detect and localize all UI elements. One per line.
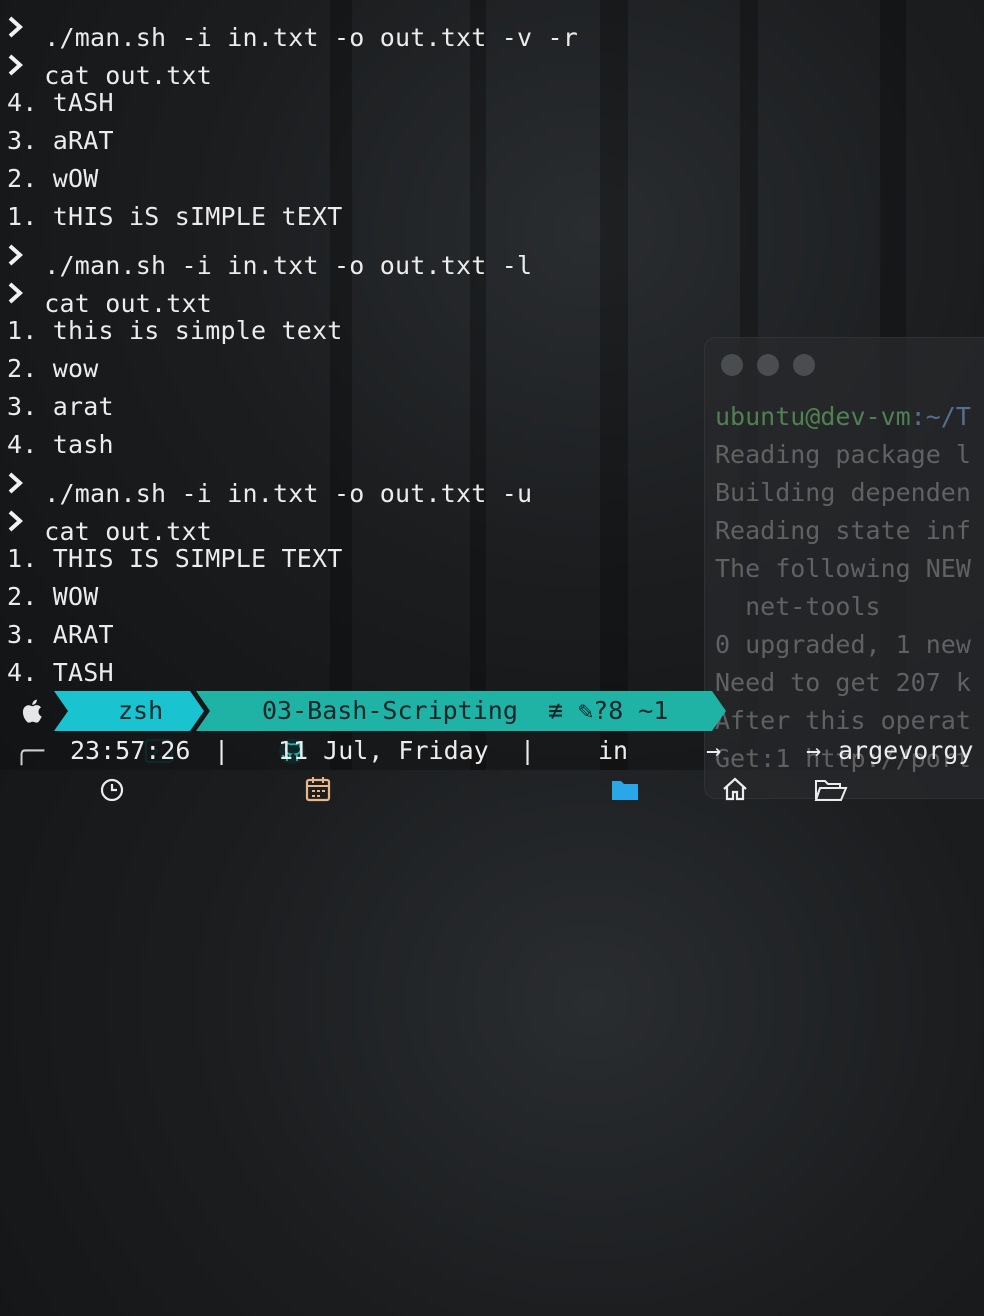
line-text: 2. wow: [7, 354, 99, 383]
bg-output-line: Building dependen: [715, 478, 971, 507]
output-line: 1. this is simple text: [7, 312, 343, 350]
calendar-date: 11 Jul, Friday: [278, 736, 489, 765]
command-line: cat out.txt: [7, 274, 212, 318]
command-line: cat out.txt: [7, 46, 212, 90]
output-line: 3. ARAT: [7, 616, 114, 654]
command-line: ./man.sh -i in.txt -o out.txt -l: [7, 236, 532, 280]
line-text: 1. tHIS iS sIMPLE tEXT: [7, 202, 343, 231]
output-line: 1. tHIS iS sIMPLE tEXT: [7, 198, 343, 236]
current-dir: in: [598, 736, 629, 765]
window-minimize-button[interactable]: [757, 354, 779, 376]
line-text: 4. tASH: [7, 88, 114, 117]
output-line: 1. THIS IS SIMPLE TEXT: [7, 540, 343, 578]
line-text: 3. ARAT: [7, 620, 114, 649]
bg-output-line: Reading state inf: [715, 516, 971, 545]
clock-time: 23:57:26: [70, 736, 191, 765]
line-text: 3. aRAT: [7, 126, 114, 155]
git-status: ≢ ✎?8 ~1: [548, 696, 669, 725]
shell-name: zsh: [118, 696, 164, 725]
output-line: 2. wOW: [7, 160, 99, 198]
powerline-prompt: zsh 03-Bash-Scripting ≢ ✎?8 ~1: [0, 691, 984, 764]
output-line: 2. WOW: [7, 578, 99, 616]
line-text: 3. arat: [7, 392, 114, 421]
bg-output-line: Reading package l: [715, 440, 971, 469]
line-text: 2. WOW: [7, 582, 99, 611]
window-zoom-button[interactable]: [793, 354, 815, 376]
bg-output-line: 0 upgraded, 1 new: [715, 630, 971, 659]
line-text: 1. THIS IS SIMPLE TEXT: [7, 544, 343, 573]
output-line: 4. TASH: [7, 654, 114, 692]
line-text: 1. this is simple text: [7, 316, 343, 345]
path-end: argevorgy: [838, 736, 974, 765]
command-line: cat out.txt: [7, 502, 212, 546]
line-text: 2. wOW: [7, 164, 99, 193]
arrow-right-icon-2: →: [806, 736, 822, 765]
repo-name: 03-Bash-Scripting: [262, 696, 518, 725]
status-line: ╭─ 23:57:26 | 11 Jul, Friday | in → → ar…: [0, 731, 984, 802]
bg-output-line: The following NEW: [715, 554, 971, 583]
separator-2: |: [520, 736, 536, 765]
output-line: 2. wow: [7, 350, 99, 388]
output-line: 3. arat: [7, 388, 114, 426]
arrow-right-icon: →: [706, 736, 722, 765]
window-close-button[interactable]: [721, 354, 743, 376]
command-line: ./man.sh -i in.txt -o out.txt -v -r: [7, 8, 578, 52]
folder-open-icon: [754, 731, 848, 859]
separator-1: |: [214, 736, 230, 765]
apple-icon: [22, 699, 42, 723]
output-line: 3. aRAT: [7, 122, 114, 160]
output-line: 4. tASH: [7, 84, 114, 122]
command-line: ./man.sh -i in.txt -o out.txt -u: [7, 464, 532, 508]
line-text: 4. tash: [7, 430, 114, 459]
output-line: 4. tash: [7, 426, 114, 464]
line-text: 4. TASH: [7, 658, 114, 687]
bg-output-line: net-tools: [715, 592, 881, 621]
bg-prompt-line: ubuntu@dev-vm:~/T: [715, 402, 971, 431]
